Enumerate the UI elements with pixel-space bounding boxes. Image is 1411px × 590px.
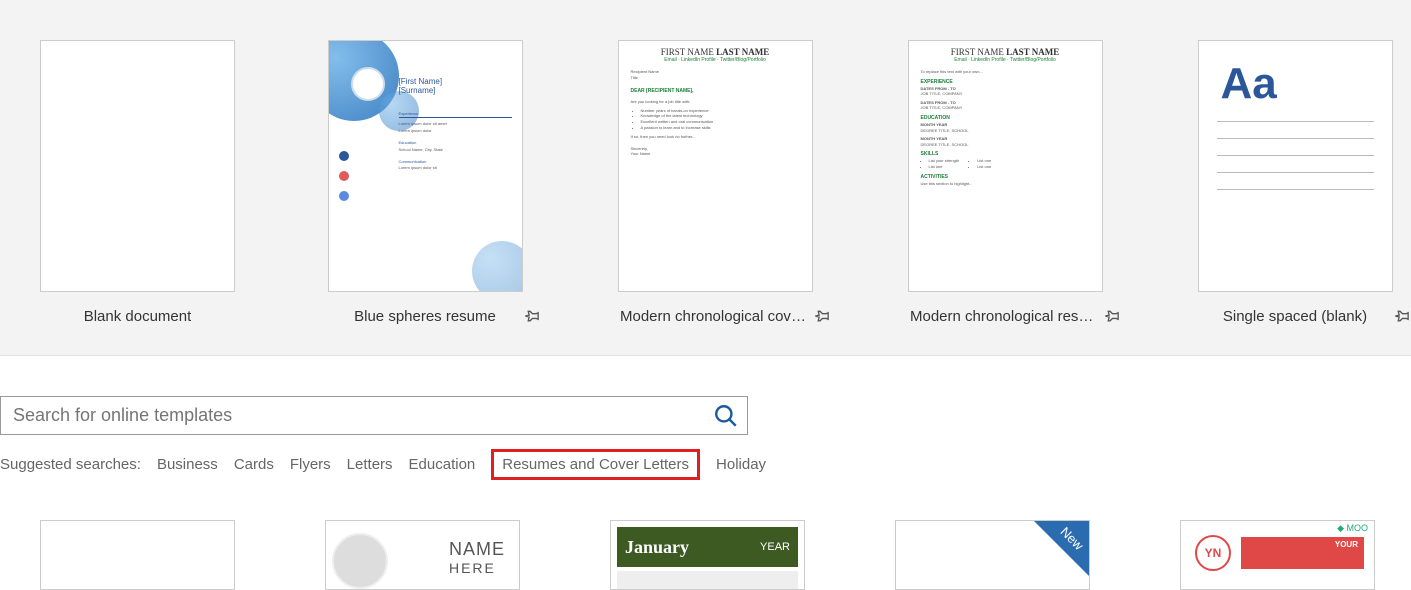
pin-icon[interactable] [814,309,830,325]
placeholder-text: NAME [449,539,505,559]
search-box[interactable] [0,396,748,435]
template-thumbnail[interactable]: NAME HERE [325,520,520,590]
featured-templates-section: Blank document [First Name] [Surname] Ex… [0,0,1411,355]
suggested-link-letters[interactable]: Letters [347,456,393,473]
placeholder-text: YOUR [1241,537,1364,552]
section-header: EXPERIENCE [921,79,1090,86]
template-single-spaced-blank[interactable]: Aa Single spaced (blank) [1195,40,1395,325]
template-thumbnail: FIRST NAME LAST NAME Email · LinkedIn Pr… [618,40,813,292]
suggested-link-resumes-cover-letters[interactable]: Resumes and Cover Letters [491,449,700,480]
calendar-month: January [625,537,689,558]
template-label: Blue spheres resume [354,308,496,325]
moo-logo: ◆ MOO [1337,523,1368,534]
template-thumbnail: [First Name] [Surname] Experience Lorem … [328,40,523,292]
template-blank-document[interactable]: Blank document [40,40,235,325]
template-label: Modern chronological cover... [620,308,810,325]
suggested-link-business[interactable]: Business [157,456,218,473]
placeholder-text: [Surname] [399,86,443,95]
template-thumbnail: Aa [1198,40,1393,292]
template-thumbnail[interactable]: ◆ MOO YN YOUR [1180,520,1375,590]
placeholder-text: HERE [449,560,505,576]
templates-row: Blank document [First Name] [Surname] Ex… [40,40,1371,325]
template-blue-spheres-resume[interactable]: [First Name] [Surname] Experience Lorem … [325,40,525,325]
aa-glyph: Aa [1221,59,1277,109]
placeholder-text: FIRST NAME [951,47,1004,57]
calendar-year: YEAR [760,541,790,553]
section-header: ACTIVITIES [921,174,1090,181]
template-label: Single spaced (blank) [1223,308,1367,325]
pin-icon[interactable] [1104,309,1120,325]
search-section: Suggested searches: Business Cards Flyer… [0,355,1411,590]
template-thumbnail[interactable] [40,520,235,590]
pin-icon[interactable] [1394,309,1410,325]
template-modern-cover-letter[interactable]: FIRST NAME LAST NAME Email · LinkedIn Pr… [615,40,815,325]
pin-icon[interactable] [524,309,540,325]
section-header: SKILLS [921,151,1090,158]
template-thumbnail[interactable]: January YEAR [610,520,805,590]
suggested-label: Suggested searches: [0,456,141,473]
search-icon[interactable] [713,403,739,429]
online-templates-row: NAME HERE January YEAR New ◆ MOO YN YOUR [0,520,1411,590]
section-header: EDUCATION [921,115,1090,122]
suggested-searches: Suggested searches: Business Cards Flyer… [0,449,1411,480]
suggested-link-cards[interactable]: Cards [234,456,274,473]
template-thumbnail[interactable]: New [895,520,1090,590]
template-label: Modern chronological resume [910,308,1100,325]
template-modern-resume[interactable]: FIRST NAME LAST NAME Email · LinkedIn Pr… [905,40,1105,325]
placeholder-text: [First Name] [399,77,443,86]
suggested-link-education[interactable]: Education [409,456,476,473]
search-input[interactable] [9,401,713,430]
template-thumbnail: FIRST NAME LAST NAME Email · LinkedIn Pr… [908,40,1103,292]
placeholder-text: FIRST NAME [661,47,714,57]
placeholder-text: LAST NAME [716,47,769,57]
yn-avatar: YN [1195,535,1231,571]
template-label: Blank document [84,308,192,325]
placeholder-text: LAST NAME [1006,47,1059,57]
suggested-link-holiday[interactable]: Holiday [716,456,766,473]
suggested-link-flyers[interactable]: Flyers [290,456,331,473]
template-thumbnail [40,40,235,292]
